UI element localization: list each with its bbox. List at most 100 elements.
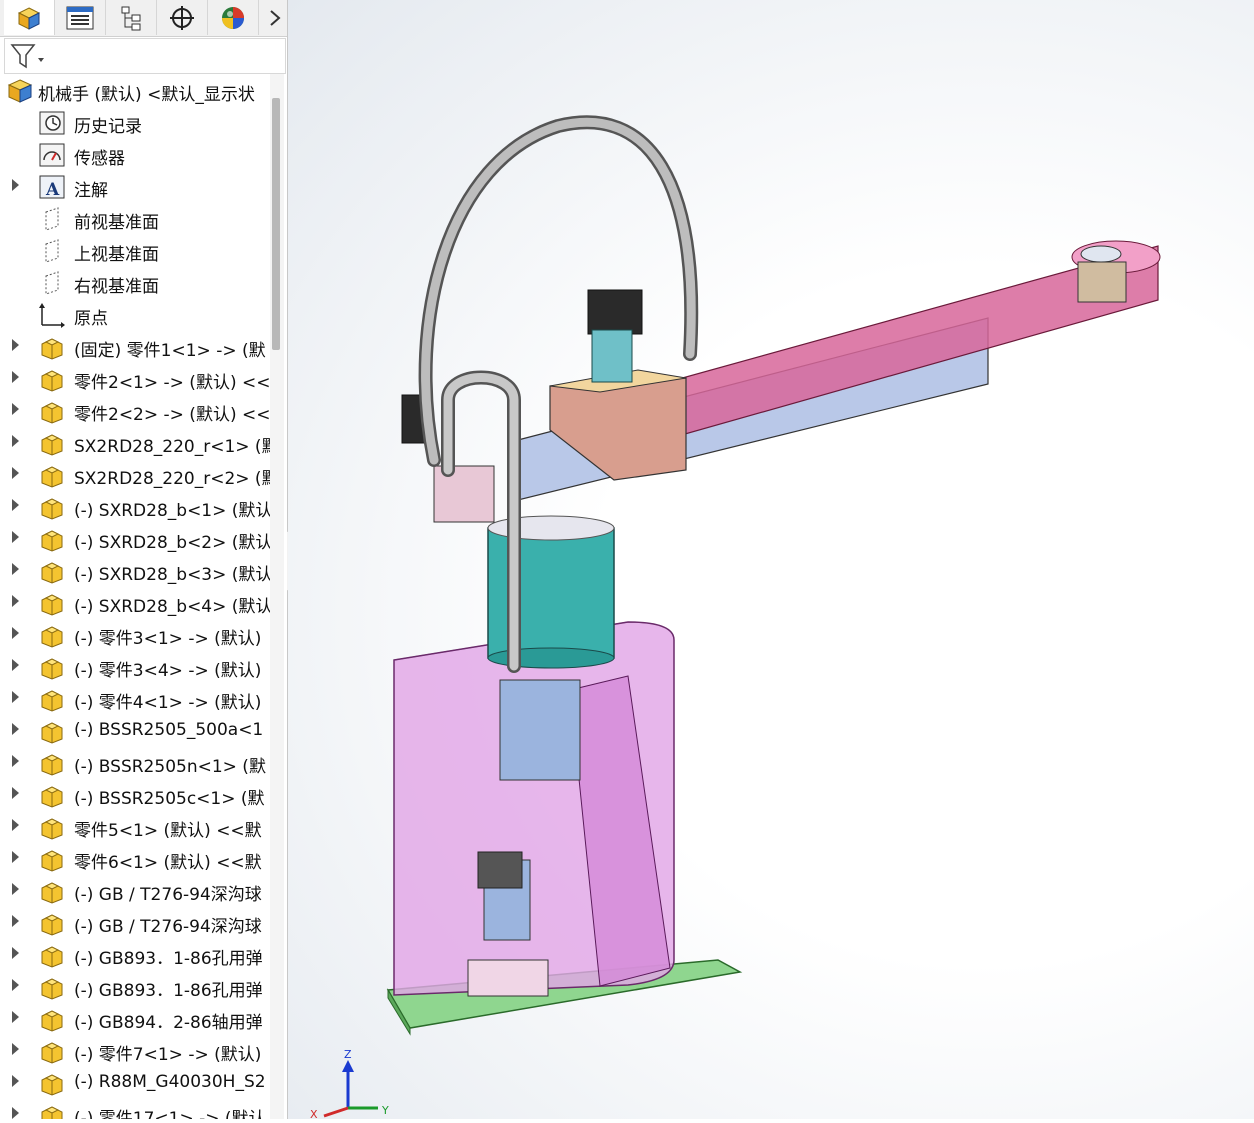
tree-item[interactable]: (-) 零件7<1> -> (默认)	[0, 1034, 270, 1066]
tree-item-label: 机械手 (默认) <默认_显示状	[38, 85, 255, 105]
tree-filter-bar[interactable]	[4, 38, 286, 74]
part-cube-icon	[17, 6, 41, 30]
tree-item[interactable]: (-) GB894．2-86轴用弹	[0, 1002, 270, 1034]
expand-arrow-icon[interactable]	[12, 499, 19, 511]
expand-arrow-icon[interactable]	[12, 947, 19, 959]
expand-arrow-icon[interactable]	[12, 339, 19, 351]
tree-item-label: (-) BSSR2505c<1> (默	[74, 789, 265, 809]
tree-item[interactable]: (-) BSSR2505n<1> (默	[0, 746, 270, 778]
tree-item-label: 传感器	[74, 149, 125, 169]
expand-arrow-icon[interactable]	[12, 627, 19, 639]
tree-item[interactable]: (-) 零件4<1> -> (默认)	[0, 682, 270, 714]
triad-x-label: X	[310, 1108, 318, 1119]
inner-cylinder	[499, 679, 581, 781]
tree-item[interactable]: (-) 零件17<1> -> (默认	[0, 1098, 270, 1119]
tree-item[interactable]: (-) GB893．1-86孔用弹	[0, 938, 270, 970]
tree-scrollbar-thumb[interactable]	[272, 98, 280, 350]
feature-manager-tab[interactable]	[4, 0, 55, 35]
tree-item-label: 历史记录	[74, 117, 142, 137]
tree-item[interactable]: (-) 零件3<1> -> (默认)	[0, 618, 270, 650]
expand-arrow-icon[interactable]	[12, 371, 19, 383]
tree-item[interactable]: 传感器	[0, 138, 270, 170]
coordinate-triad: Z Y X	[310, 1048, 389, 1121]
tree-item[interactable]: (-) R88M_G40030H_S2	[0, 1066, 270, 1098]
expand-arrow-icon[interactable]	[12, 531, 19, 543]
tree-item[interactable]: 零件2<2> -> (默认) <<	[0, 394, 270, 426]
tree-root-assembly[interactable]: 机械手 (默认) <默认_显示状	[0, 74, 270, 106]
tree-item[interactable]: (-) BSSR2505_500a<1	[0, 714, 270, 746]
chevron-right-icon	[270, 9, 281, 26]
expand-arrow-icon[interactable]	[12, 563, 19, 575]
part-icon	[38, 654, 66, 680]
tree-item[interactable]: 零件5<1> (默认) <<默	[0, 810, 270, 842]
part-icon	[38, 814, 66, 840]
part-icon	[38, 782, 66, 808]
tree-item[interactable]: (-) SXRD28_b<4> (默认	[0, 586, 270, 618]
more-tabs-arrow[interactable]	[264, 0, 286, 35]
tree-item-label: 前视基准面	[74, 213, 159, 233]
expand-arrow-icon[interactable]	[12, 179, 19, 191]
configuration-manager-tab[interactable]	[106, 0, 157, 35]
part-icon	[38, 1038, 66, 1064]
part-icon	[38, 1070, 66, 1096]
tree-item[interactable]: (-) SXRD28_b<1> (默认	[0, 490, 270, 522]
tree-item[interactable]: (-) SXRD28_b<3> (默认	[0, 554, 270, 586]
filter-funnel-icon	[10, 44, 44, 69]
tree-item[interactable]: (-) 零件3<4> -> (默认)	[0, 650, 270, 682]
expand-arrow-icon[interactable]	[12, 755, 19, 767]
tree-item-label: 注解	[74, 181, 108, 201]
history-icon	[38, 110, 66, 136]
expand-arrow-icon[interactable]	[12, 691, 19, 703]
tree-item-label: (-) 零件7<1> -> (默认)	[74, 1045, 262, 1065]
tree-item-label: (-) R88M_G40030H_S2	[74, 1072, 266, 1092]
expand-arrow-icon[interactable]	[12, 979, 19, 991]
tree-item[interactable]: A 注解	[0, 170, 270, 202]
expand-arrow-icon[interactable]	[12, 1075, 19, 1087]
expand-arrow-icon[interactable]	[12, 467, 19, 479]
expand-arrow-icon[interactable]	[12, 435, 19, 447]
svg-text:A: A	[45, 180, 60, 200]
tree-item[interactable]: 零件6<1> (默认) <<默	[0, 842, 270, 874]
expand-arrow-icon[interactable]	[12, 595, 19, 607]
triad-y-label: Y	[381, 1104, 389, 1117]
expand-arrow-icon[interactable]	[12, 915, 19, 927]
origin-icon	[38, 302, 66, 328]
tree-item[interactable]: (-) GB / T276-94深沟球	[0, 906, 270, 938]
triad-z-label: Z	[344, 1048, 352, 1061]
tree-item[interactable]: (-) GB / T276-94深沟球	[0, 874, 270, 906]
tree-item[interactable]: 零件2<1> -> (默认) <<	[0, 362, 270, 394]
expand-arrow-icon[interactable]	[12, 883, 19, 895]
configuration-tree-icon	[121, 6, 141, 30]
tree-item[interactable]: (-) GB893．1-86孔用弹	[0, 970, 270, 1002]
tree-item[interactable]: 右视基准面	[0, 266, 270, 298]
tree-scrollbar[interactable]	[270, 74, 284, 1119]
expand-arrow-icon[interactable]	[12, 1011, 19, 1023]
expand-arrow-icon[interactable]	[12, 851, 19, 863]
dimxpert-tab[interactable]	[157, 0, 208, 35]
tree-item[interactable]: (-) BSSR2505c<1> (默	[0, 778, 270, 810]
expand-arrow-icon[interactable]	[12, 403, 19, 415]
plane-icon	[38, 270, 66, 296]
tree-item[interactable]: (固定) 零件1<1> -> (默	[0, 330, 270, 362]
expand-arrow-icon[interactable]	[12, 659, 19, 671]
expand-arrow-icon[interactable]	[12, 1107, 19, 1119]
part-icon	[38, 590, 66, 616]
expand-arrow-icon[interactable]	[12, 819, 19, 831]
part-icon	[38, 1102, 66, 1119]
tree-item[interactable]: 历史记录	[0, 106, 270, 138]
tree-item[interactable]: SX2RD28_220_r<2> (默	[0, 458, 270, 490]
expand-arrow-icon[interactable]	[12, 787, 19, 799]
tree-item[interactable]: 前视基准面	[0, 202, 270, 234]
part-icon	[38, 686, 66, 712]
tree-item[interactable]: SX2RD28_220_r<1> (默	[0, 426, 270, 458]
expand-arrow-icon[interactable]	[12, 723, 19, 735]
part-icon	[38, 846, 66, 872]
tree-item[interactable]: (-) SXRD28_b<2> (默认	[0, 522, 270, 554]
tree-item[interactable]: 原点	[0, 298, 270, 330]
display-manager-tab[interactable]	[208, 0, 259, 35]
property-manager-tab[interactable]	[55, 0, 106, 35]
annotation-icon: A	[38, 174, 66, 200]
expand-arrow-icon[interactable]	[12, 1043, 19, 1055]
tree-item[interactable]: 上视基准面	[0, 234, 270, 266]
graphics-viewport[interactable]: Z Y X	[288, 0, 1254, 1121]
